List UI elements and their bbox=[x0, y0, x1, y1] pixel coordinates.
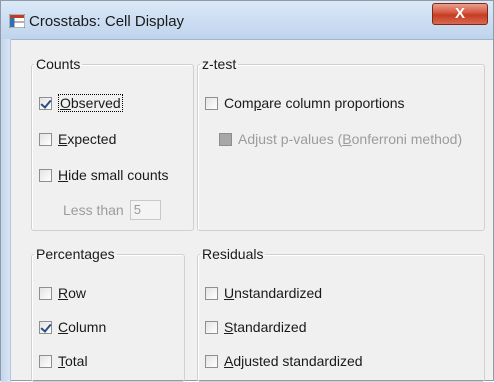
compare-column-proportions-checkbox[interactable]: Compare column proportions bbox=[205, 93, 405, 113]
column-percent-checkbox[interactable]: Column bbox=[39, 317, 106, 337]
less-than-row: Less than 5 bbox=[63, 200, 161, 220]
adjusted-standardized-label: Adjusted standardized bbox=[224, 353, 363, 369]
total-percent-checkbox[interactable]: Total bbox=[39, 351, 88, 371]
adjust-p-values-label: Adjust p-values (Bonferroni method) bbox=[238, 131, 463, 147]
unstandardized-checkbox[interactable]: Unstandardized bbox=[205, 283, 322, 303]
compare-column-proportions-check-box[interactable] bbox=[205, 96, 218, 110]
window-left-edge bbox=[1, 39, 11, 382]
observed-check-box[interactable] bbox=[39, 96, 52, 110]
z-test-legend: z-test bbox=[202, 56, 237, 72]
hide-small-counts-checkbox[interactable]: Hide small counts bbox=[39, 165, 169, 185]
residuals-legend: Residuals bbox=[202, 246, 264, 262]
row-percent-checkbox[interactable]: Row bbox=[39, 283, 86, 303]
expected-check-box[interactable] bbox=[39, 132, 52, 146]
adjust-p-values-check-box bbox=[219, 132, 232, 146]
total-percent-label: Total bbox=[58, 353, 88, 369]
less-than-input[interactable]: 5 bbox=[129, 200, 161, 220]
row-percent-check-box[interactable] bbox=[39, 286, 52, 300]
standardized-checkbox[interactable]: Standardized bbox=[205, 317, 307, 337]
unstandardized-check-box[interactable] bbox=[205, 286, 218, 300]
expected-checkbox[interactable]: Expected bbox=[39, 129, 116, 149]
compare-column-proportions-label: Compare column proportions bbox=[224, 95, 405, 111]
standardized-label: Standardized bbox=[224, 319, 307, 335]
column-percent-label: Column bbox=[58, 319, 107, 335]
hide-small-counts-label: Hide small counts bbox=[58, 167, 169, 183]
window-title: Crosstabs: Cell Display bbox=[29, 13, 185, 30]
counts-legend: Counts bbox=[36, 56, 81, 72]
observed-label: Observed bbox=[58, 94, 123, 112]
total-percent-check-box[interactable] bbox=[39, 354, 52, 368]
standardized-check-box[interactable] bbox=[205, 320, 218, 334]
percentages-legend: Percentages bbox=[36, 246, 115, 262]
unstandardized-label: Unstandardized bbox=[224, 285, 323, 301]
less-than-label: Less than bbox=[63, 202, 124, 218]
adjust-p-values-checkbox: Adjust p-values (Bonferroni method) bbox=[219, 129, 462, 149]
column-percent-check-box[interactable] bbox=[39, 320, 52, 334]
adjusted-standardized-check-box[interactable] bbox=[205, 354, 218, 368]
crosstabs-cell-display-dialog: Crosstabs: Cell Display X Counts Observe… bbox=[0, 0, 494, 382]
adjusted-standardized-checkbox[interactable]: Adjusted standardized bbox=[205, 351, 363, 371]
title-bar[interactable]: Crosstabs: Cell Display X bbox=[1, 1, 493, 40]
crosstabs-app-icon bbox=[9, 14, 25, 28]
observed-checkbox[interactable]: Observed bbox=[39, 93, 123, 113]
close-button[interactable]: X bbox=[432, 3, 488, 25]
hide-small-counts-check-box[interactable] bbox=[39, 168, 52, 182]
row-percent-label: Row bbox=[58, 285, 87, 301]
expected-label: Expected bbox=[58, 131, 117, 147]
